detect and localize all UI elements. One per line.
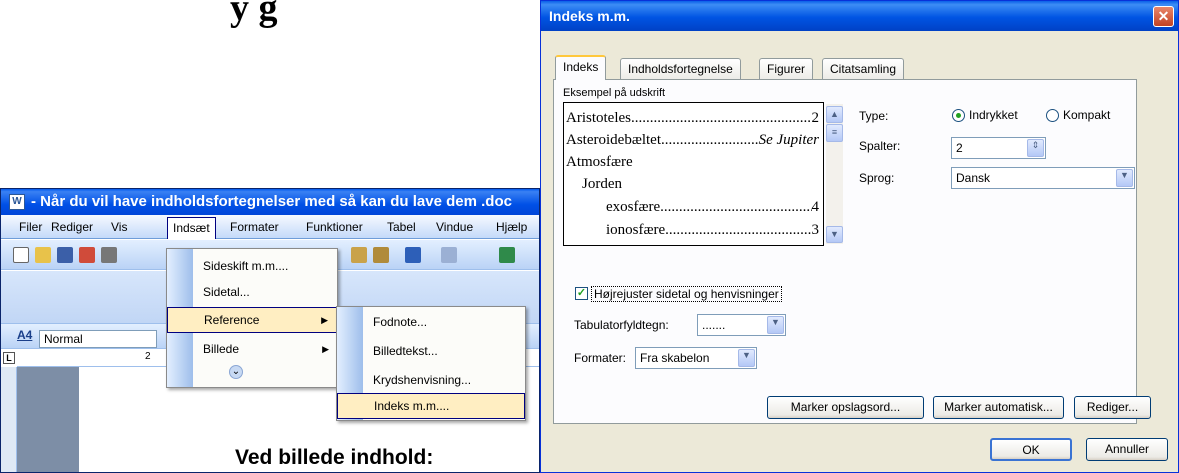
- menu-vis[interactable]: Vis: [111, 220, 127, 234]
- columns-label: Spalter:: [859, 139, 901, 153]
- style-value: Normal: [44, 332, 83, 346]
- preview-entry: Aristoteles2: [564, 107, 819, 129]
- paste-icon[interactable]: [351, 247, 367, 263]
- preview-entry: ionosfære3: [564, 219, 819, 241]
- preview-scrollbar[interactable]: ▲ ≡ ▼: [826, 104, 843, 244]
- modify-button[interactable]: Rediger...: [1074, 396, 1151, 419]
- permission-icon[interactable]: [79, 247, 95, 263]
- menu-item-cross-reference[interactable]: Krydshenvisning...: [337, 367, 525, 393]
- type-kompakt-radio[interactable]: [1046, 109, 1059, 122]
- open-folder-icon[interactable]: [35, 247, 51, 263]
- formats-dropdown[interactable]: Fra skabelon ▼: [635, 347, 757, 369]
- tab-leader-label: Tabulatorfyldtegn:: [574, 318, 669, 332]
- scroll-up-icon[interactable]: ▲: [826, 106, 843, 123]
- menu-item-footnote[interactable]: Fodnote...: [337, 309, 525, 335]
- menu-item-caption[interactable]: Billedtekst...: [337, 338, 525, 364]
- right-align-label: Højrejuster sidetal og henvisninger: [591, 286, 782, 302]
- background-heading: y g: [230, 0, 278, 29]
- menu-formater[interactable]: Formater: [230, 220, 279, 234]
- print-icon[interactable]: [101, 247, 117, 263]
- vertical-ruler[interactable]: [1, 367, 17, 472]
- menu-indsaet[interactable]: Indsæt: [167, 217, 216, 239]
- menu-rediger[interactable]: Rediger: [51, 220, 93, 234]
- menu-tabel[interactable]: Tabel: [387, 220, 416, 234]
- word-title-bar[interactable]: - Når du vil have indholdsfortegnelser m…: [1, 189, 539, 215]
- chevron-down-icon[interactable]: ▼: [1116, 169, 1133, 187]
- expand-menu-icon[interactable]: ⌄: [229, 365, 243, 379]
- menu-hjaelp[interactable]: Hjælp: [496, 220, 527, 234]
- tab-leader-dropdown[interactable]: ....... ▼: [697, 314, 786, 336]
- submenu-arrow-icon: ▶: [322, 344, 329, 354]
- preview-entry: Jorden: [582, 176, 622, 192]
- menu-bar: Filer Rediger Vis Indsæt Formater Funkti…: [1, 215, 539, 239]
- tab-indeks[interactable]: Indeks: [555, 55, 607, 80]
- language-label: Sprog:: [859, 171, 895, 185]
- preview-entry: AsteroidebæltetSe Jupiter: [564, 129, 819, 151]
- word-doc-icon: W: [9, 194, 25, 210]
- document-heading: Ved billede indhold:: [235, 446, 434, 469]
- menu-item-page-break[interactable]: Sideskift m.m....: [167, 253, 337, 279]
- hyperlink-icon[interactable]: [499, 247, 515, 263]
- submenu-arrow-icon: ▶: [321, 315, 328, 325]
- ruler-mark: 2: [145, 351, 151, 362]
- reference-submenu: Fodnote... Billedtekst... Krydshenvisnin…: [336, 306, 526, 421]
- preview-label: Eksempel på udskrift: [563, 87, 666, 99]
- redo-icon[interactable]: [441, 247, 457, 263]
- new-document-icon[interactable]: [13, 247, 29, 263]
- preview-entry: exosfære4: [564, 196, 819, 218]
- dialog-title-bar[interactable]: Indeks m.m.: [541, 1, 1178, 31]
- type-label: Type:: [859, 109, 889, 123]
- type-indrykket-radio[interactable]: [952, 109, 965, 122]
- save-icon[interactable]: [57, 247, 73, 263]
- menu-filer[interactable]: Filer: [19, 220, 42, 234]
- language-dropdown[interactable]: Dansk ▼: [951, 167, 1135, 189]
- index-dialog: Indeks m.m. ✕ Indeks Indholdsfortegnelse…: [540, 0, 1179, 473]
- type-indrykket-label: Indrykket: [969, 108, 1018, 122]
- mark-entry-button[interactable]: Marker opslagsord...: [767, 396, 924, 419]
- menu-item-reference[interactable]: Reference ▶: [167, 307, 337, 333]
- menu-item-index[interactable]: Indeks m.m....: [337, 393, 525, 419]
- tab-figurer[interactable]: Figurer: [759, 58, 814, 80]
- insert-menu: Sideskift m.m.... Sidetal... Reference ▶ …: [166, 248, 338, 388]
- dialog-title: Indeks m.m.: [549, 8, 630, 24]
- page-margin: [17, 367, 79, 472]
- menu-item-picture[interactable]: Billede ▶: [167, 336, 337, 362]
- tab-indholdsfortegnelse[interactable]: Indholdsfortegnelse: [620, 58, 741, 80]
- chevron-down-icon[interactable]: ▼: [738, 349, 755, 367]
- cancel-button[interactable]: Annuller: [1086, 438, 1168, 461]
- ok-button[interactable]: OK: [990, 438, 1072, 461]
- formats-label: Formater:: [574, 351, 627, 365]
- styles-icon[interactable]: A4: [17, 328, 32, 342]
- right-align-checkbox[interactable]: ✓: [575, 287, 588, 300]
- menu-funktioner[interactable]: Funktioner: [306, 220, 363, 234]
- tab-selector-icon[interactable]: L: [3, 352, 15, 364]
- automark-button[interactable]: Marker automatisk...: [933, 396, 1064, 419]
- preview-entry: Atmosfære: [566, 154, 633, 170]
- word-title: - Når du vil have indholdsfortegnelser m…: [31, 193, 512, 210]
- spinner-arrows-icon[interactable]: ⇕: [1027, 139, 1044, 157]
- scroll-thumb[interactable]: ≡: [826, 124, 843, 142]
- print-preview: Aristoteles2 AsteroidebæltetSe Jupiter A…: [563, 102, 824, 246]
- columns-spinner[interactable]: 2 ⇕: [951, 137, 1046, 159]
- close-icon[interactable]: ✕: [1153, 6, 1174, 27]
- chevron-down-icon[interactable]: ▼: [767, 316, 784, 334]
- menu-item-page-numbers[interactable]: Sidetal...: [167, 279, 337, 305]
- undo-icon[interactable]: [405, 247, 421, 263]
- menu-vindue[interactable]: Vindue: [436, 220, 473, 234]
- tab-citatsamling[interactable]: Citatsamling: [822, 58, 905, 80]
- type-kompakt-label: Kompakt: [1063, 108, 1111, 122]
- style-dropdown[interactable]: Normal: [39, 330, 157, 348]
- scroll-down-icon[interactable]: ▼: [826, 226, 843, 243]
- format-painter-icon[interactable]: [373, 247, 389, 263]
